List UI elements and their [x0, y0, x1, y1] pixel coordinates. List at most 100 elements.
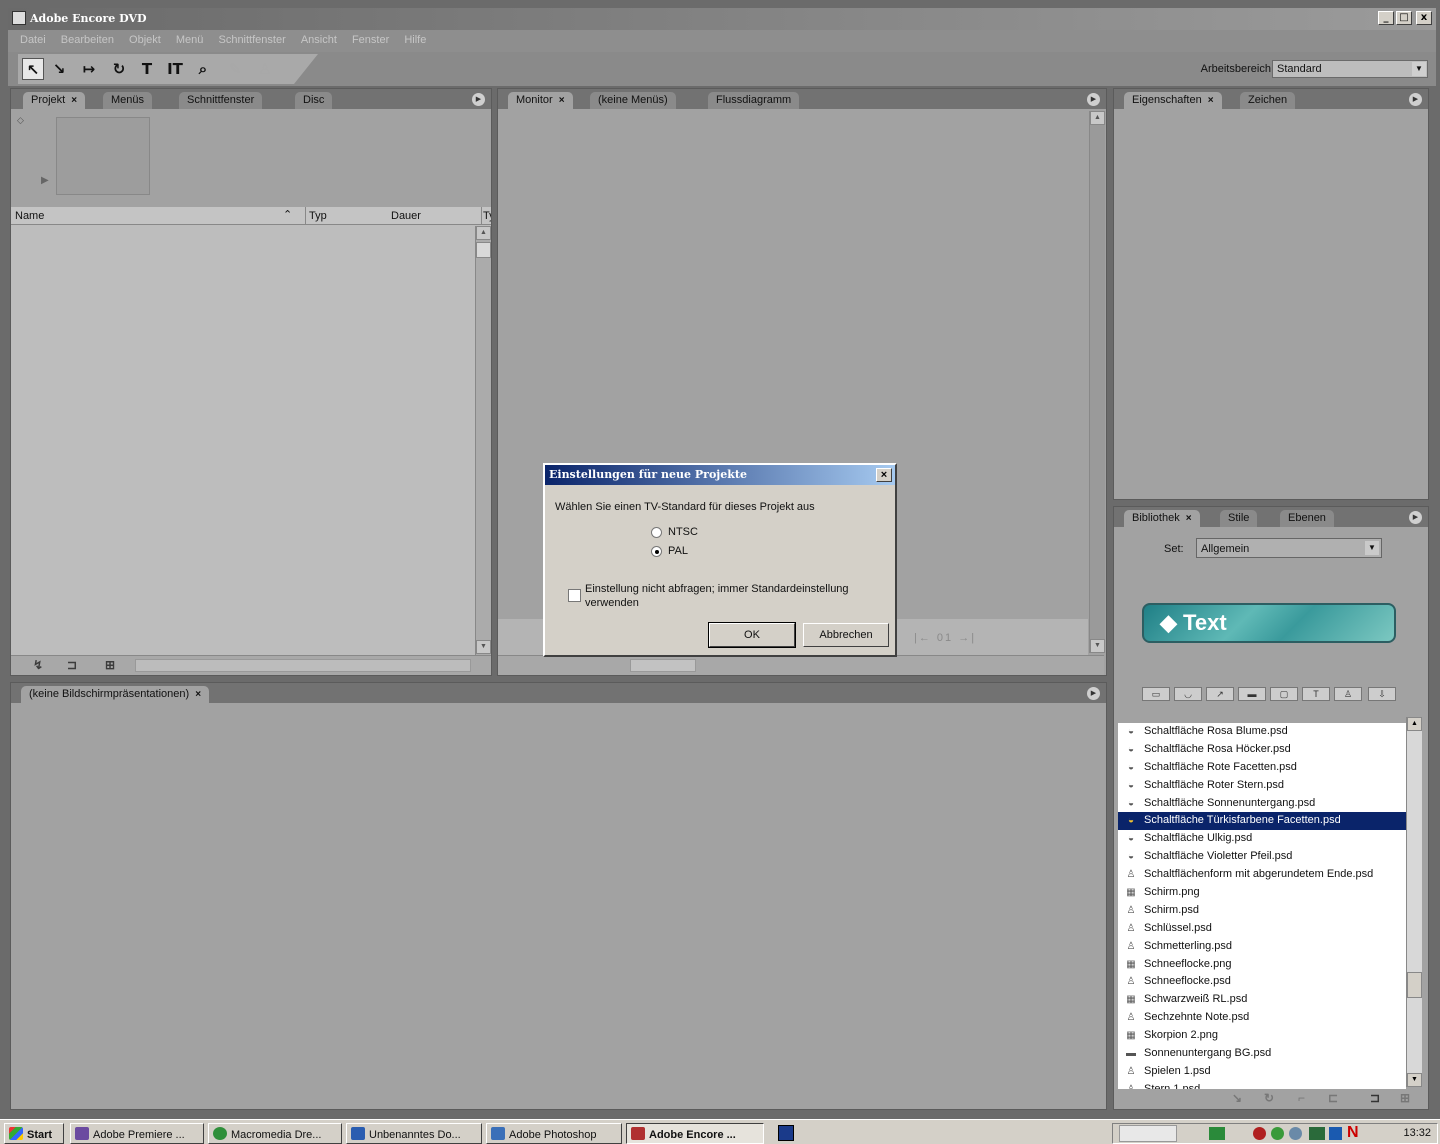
library-item[interactable]: ▦ Schwarzweiß RL.psd: [1118, 991, 1406, 1009]
taskbar-item-document[interactable]: Unbenanntes Do...: [346, 1123, 482, 1144]
scroll-down-icon[interactable]: ▼: [476, 640, 491, 654]
close-icon[interactable]: ×: [71, 95, 77, 106]
column-type[interactable]: Typ: [309, 210, 327, 222]
panel-menu-icon[interactable]: ▶: [1087, 687, 1100, 700]
tab-schnittfenster[interactable]: Schnittfenster: [179, 92, 263, 109]
dont-ask-checkbox[interactable]: [568, 589, 581, 602]
library-item[interactable]: ◒ Schaltfläche Roter Stern.psd: [1118, 777, 1406, 795]
library-item[interactable]: ◒ Schaltfläche Türkisfarbene Facetten.psd: [1118, 812, 1406, 831]
replace-icon[interactable]: ↻: [1264, 1091, 1274, 1105]
tab-disc[interactable]: Disc: [295, 92, 333, 109]
tray-monitor-icon[interactable]: [1309, 1127, 1325, 1140]
project-scrollbar[interactable]: ▲ ▼: [475, 226, 491, 656]
navigation-controls[interactable]: |← 01 →|: [914, 632, 976, 644]
start-button[interactable]: Start: [4, 1123, 64, 1144]
tab-bibliothek[interactable]: Bibliothek ×: [1124, 510, 1200, 527]
column-type-2[interactable]: Ty: [483, 210, 491, 222]
filter-menus-icon[interactable]: ▭: [1142, 687, 1170, 701]
filter-backgrounds-icon[interactable]: ▬: [1238, 687, 1266, 701]
place-icon[interactable]: ↘: [1232, 1091, 1242, 1105]
scroll-down-icon[interactable]: ▼: [1090, 639, 1105, 653]
tab-eigenschaften[interactable]: Eigenschaften ×: [1124, 92, 1222, 109]
library-item[interactable]: ◒ Schaltfläche Rosa Höcker.psd: [1118, 741, 1406, 759]
library-item[interactable]: ▦ Schirm.png: [1118, 884, 1406, 902]
column-name[interactable]: Name: [15, 210, 44, 222]
window-title-bar[interactable]: Adobe Encore DVD _ □ x: [8, 8, 1436, 30]
filter-buttons-icon[interactable]: ◡: [1174, 687, 1202, 701]
menu-objekt[interactable]: Objekt: [129, 34, 161, 46]
tab-ebenen[interactable]: Ebenen: [1280, 510, 1334, 527]
tab-zeichen[interactable]: Zeichen: [1240, 92, 1296, 109]
folder-icon[interactable]: ⊐: [67, 658, 77, 672]
library-item[interactable]: ♙ Spielen 1.psd: [1118, 1063, 1406, 1081]
ok-button[interactable]: OK: [708, 622, 796, 648]
move-tool-icon[interactable]: ↦: [78, 58, 100, 80]
taskbar-item-photoshop[interactable]: Adobe Photoshop: [486, 1123, 622, 1144]
menu-ansicht[interactable]: Ansicht: [301, 34, 337, 46]
close-icon[interactable]: ×: [559, 95, 565, 106]
library-item[interactable]: ♙ Schaltflächenform mit abgerundetem Ende…: [1118, 866, 1406, 884]
tray-network-icon[interactable]: [1209, 1127, 1225, 1140]
tray-norton-icon[interactable]: N: [1347, 1124, 1359, 1142]
close-icon[interactable]: ×: [1208, 95, 1214, 106]
radio-pal-icon[interactable]: [651, 545, 662, 557]
library-item[interactable]: ♙ Schlüssel.psd: [1118, 920, 1406, 938]
library-item[interactable]: ◒ Schaltfläche Ulkig.psd: [1118, 830, 1406, 848]
tab-menues[interactable]: Menüs: [103, 92, 153, 109]
tab-stile[interactable]: Stile: [1220, 510, 1258, 527]
text-tool-icon[interactable]: T: [136, 58, 158, 80]
radio-pal[interactable]: PAL: [651, 545, 688, 557]
preview-icon[interactable]: ♙: [254, 58, 276, 80]
tab-projekt[interactable]: Projekt ×: [23, 92, 86, 109]
minimize-button[interactable]: _: [1378, 11, 1394, 25]
delete-icon[interactable]: ⊞: [1400, 1091, 1410, 1105]
panel-menu-icon[interactable]: ▶: [1409, 511, 1422, 524]
menu-fenster[interactable]: Fenster: [352, 34, 389, 46]
new-item-icon[interactable]: ↯: [33, 658, 43, 672]
tray-messenger-icon[interactable]: [1329, 1127, 1342, 1140]
tray-widget-icon[interactable]: [1119, 1125, 1177, 1142]
library-item[interactable]: ◒ Schaltfläche Rote Facetten.psd: [1118, 759, 1406, 777]
menu-schnittfenster[interactable]: Schnittfenster: [218, 34, 285, 46]
scroll-thumb[interactable]: [476, 242, 491, 258]
menu-hilfe[interactable]: Hilfe: [404, 34, 426, 46]
horizontal-scrollbar[interactable]: [135, 659, 471, 672]
new-menu-icon[interactable]: ⌐: [1298, 1091, 1305, 1105]
radio-ntsc[interactable]: NTSC: [651, 526, 698, 538]
menu-menue[interactable]: Menü: [176, 34, 204, 46]
library-item[interactable]: ♙ Schmetterling.psd: [1118, 938, 1406, 956]
filter-text-icon[interactable]: T: [1302, 687, 1330, 701]
library-item[interactable]: ♙ Schneeflocke.psd: [1118, 973, 1406, 991]
radio-ntsc-icon[interactable]: [651, 526, 662, 538]
taskbar-item-dreamweaver[interactable]: Macromedia Dre...: [208, 1123, 342, 1144]
panel-menu-icon[interactable]: ▶: [472, 93, 485, 106]
library-item[interactable]: ♙ Sechzehnte Note.psd: [1118, 1009, 1406, 1027]
close-icon[interactable]: ×: [195, 689, 201, 700]
scroll-up-icon[interactable]: ▲: [476, 226, 491, 240]
zoom-slider[interactable]: [630, 659, 696, 672]
taskbar-item-premiere[interactable]: Adobe Premiere ...: [70, 1123, 204, 1144]
maximize-button[interactable]: □: [1396, 11, 1412, 25]
tab-bildschirmpraesentationen[interactable]: (keine Bildschirmpräsentationen) ×: [21, 686, 210, 703]
selection-tool-icon[interactable]: ↖: [22, 58, 44, 80]
tab-monitor[interactable]: Monitor ×: [508, 92, 573, 109]
scroll-up-icon[interactable]: ▲: [1090, 111, 1105, 125]
library-scrollbar[interactable]: ▲ ▼: [1406, 717, 1422, 1087]
scroll-up-icon[interactable]: ▲: [1407, 717, 1422, 731]
tab-keine-menues[interactable]: (keine Menüs): [590, 92, 676, 109]
column-duration[interactable]: Dauer: [391, 210, 421, 222]
filter-images-icon[interactable]: ↗: [1206, 687, 1234, 701]
filter-shapes-icon[interactable]: ♙: [1334, 687, 1362, 701]
quicklaunch-icon[interactable]: [778, 1125, 794, 1141]
cancel-button[interactable]: Abbrechen: [803, 623, 889, 647]
filter-import-icon[interactable]: ⇩: [1368, 687, 1396, 701]
direct-select-tool-icon[interactable]: ↘: [48, 58, 70, 80]
filter-frames-icon[interactable]: ▢: [1270, 687, 1298, 701]
scroll-down-icon[interactable]: ▼: [1407, 1073, 1422, 1087]
play-icon[interactable]: ▶: [41, 175, 49, 186]
library-item[interactable]: ▦ Skorpion 2.png: [1118, 1027, 1406, 1045]
menu-bearbeiten[interactable]: Bearbeiten: [61, 34, 114, 46]
tray-globe-icon[interactable]: [1289, 1127, 1302, 1140]
taskbar-item-encore[interactable]: Adobe Encore ...: [626, 1123, 764, 1144]
new-item-icon[interactable]: ⊐: [1370, 1091, 1380, 1105]
